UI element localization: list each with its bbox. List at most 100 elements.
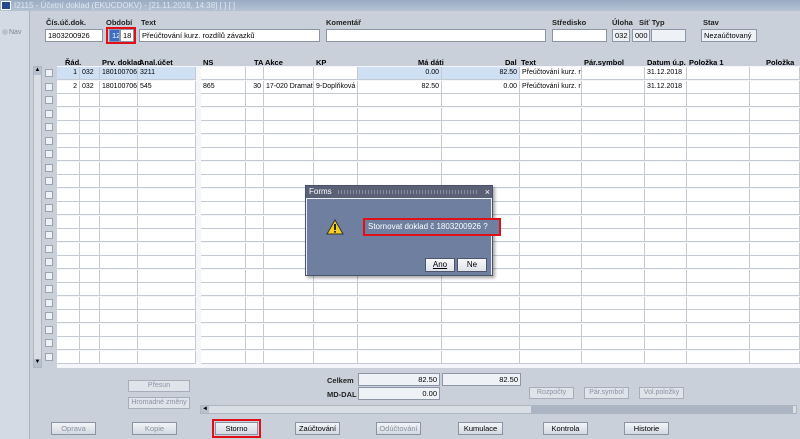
cell-text[interactable] [520,350,582,364]
row-checkbox[interactable] [45,271,53,280]
cell-datum[interactable] [645,242,687,256]
cell-p1[interactable] [687,148,750,161]
cell-prv[interactable] [100,215,138,229]
cell-p1[interactable] [687,229,750,242]
cell-dal[interactable] [442,337,520,350]
row-checkbox[interactable] [45,231,53,239]
cell-p2[interactable] [750,337,800,350]
cell-ns[interactable] [201,229,246,242]
cell-prv[interactable] [100,148,138,161]
cell-md[interactable] [358,161,442,175]
cell-datum[interactable] [645,134,687,148]
cell-rad[interactable] [57,337,80,350]
cell-rad[interactable] [57,296,80,310]
oductovani-button[interactable]: Odúčtování [376,422,421,435]
cell-p1[interactable] [687,310,750,323]
cell-ns[interactable] [201,188,246,202]
cell-datum[interactable] [645,161,687,175]
row-checkbox[interactable] [45,339,53,347]
cell-ta[interactable]: 30 [246,80,264,94]
cell-akce[interactable] [264,323,314,337]
vol-polozky-button[interactable]: Vol.položky [639,387,684,399]
cell-p2[interactable] [750,94,800,107]
cell-kp[interactable] [314,67,358,80]
cell-ns[interactable] [201,337,246,350]
cell-par[interactable] [582,296,645,310]
cell-text[interactable]: Přeúčtování kurz. r [520,67,582,80]
cell-kp[interactable] [314,283,358,296]
cell-par[interactable] [582,134,645,148]
cell-par[interactable] [582,67,645,80]
cell-anal[interactable] [138,242,196,256]
cell-ns[interactable] [201,202,246,215]
cell-akce[interactable] [264,148,314,161]
cell-md[interactable] [358,94,442,107]
cell-p1[interactable] [687,188,750,202]
cell-p1[interactable] [687,175,750,188]
cell-ns[interactable] [201,148,246,161]
cell-kp[interactable] [314,107,358,121]
cell-ns[interactable] [201,134,246,148]
cell-p2[interactable] [750,134,800,148]
cell-rad[interactable] [57,94,80,107]
cell-dal[interactable] [442,323,520,337]
cell-datum[interactable] [645,337,687,350]
cell-akce[interactable] [264,134,314,148]
cell-par[interactable] [582,256,645,269]
cell-kp[interactable] [314,310,358,323]
cell-dal[interactable] [442,283,520,296]
cell-ns[interactable] [201,107,246,121]
cell-par[interactable] [582,323,645,337]
cell-prv[interactable]: 1801007067 [100,80,138,94]
cell-text[interactable] [520,121,582,134]
table-row[interactable] [0,161,800,175]
cell-akce[interactable] [264,296,314,310]
cell-p1[interactable] [687,269,750,283]
cell-p2[interactable] [750,242,800,256]
cell-uloha[interactable] [80,134,100,148]
cell-rad[interactable] [57,188,80,202]
cell-ta[interactable] [246,161,264,175]
cell-ns[interactable] [201,323,246,337]
cell-anal[interactable] [138,323,196,337]
cell-p1[interactable] [687,134,750,148]
cell-par[interactable] [582,350,645,364]
cell-md[interactable] [358,310,442,323]
cell-p1[interactable] [687,337,750,350]
cell-text[interactable] [520,283,582,296]
cell-ta[interactable] [246,121,264,134]
cell-uloha[interactable]: 032 [80,80,100,94]
table-row[interactable]: 1 032 1801007067 3211 0.00 82.50 Přeúčtování k… [0,67,800,80]
cell-par[interactable] [582,215,645,229]
row-checkbox[interactable] [45,217,53,226]
hromadne-zmeny-button[interactable]: Hromadné změny [128,397,190,409]
cell-akce[interactable]: 17-020 Dramat [264,80,314,94]
cell-p2[interactable] [750,310,800,323]
cell-par[interactable] [582,80,645,94]
cell-prv[interactable] [100,188,138,202]
cell-p1[interactable] [687,323,750,337]
row-checkbox[interactable] [45,150,53,158]
cell-p1[interactable] [687,94,750,107]
cell-anal[interactable] [138,296,196,310]
cell-akce[interactable] [264,67,314,80]
cell-prv[interactable] [100,269,138,283]
cell-dal[interactable] [442,94,520,107]
cell-rad[interactable] [57,161,80,175]
cell-p2[interactable] [750,269,800,283]
cell-uloha[interactable] [80,202,100,215]
uloha-field[interactable]: 032 [612,29,630,42]
cell-kp[interactable] [314,337,358,350]
cell-kp[interactable]: 9-Doplňková [314,80,358,94]
cell-dal[interactable]: 0.00 [442,80,520,94]
cell-uloha[interactable] [80,256,100,269]
table-row[interactable] [0,148,800,161]
cell-datum[interactable] [645,256,687,269]
cell-ta[interactable] [246,202,264,215]
cell-uloha[interactable] [80,269,100,283]
cell-dal[interactable]: 82.50 [442,67,520,80]
cell-ta[interactable] [246,242,264,256]
cell-ta[interactable] [246,350,264,364]
cell-rad[interactable] [57,269,80,283]
cell-ta[interactable] [246,148,264,161]
